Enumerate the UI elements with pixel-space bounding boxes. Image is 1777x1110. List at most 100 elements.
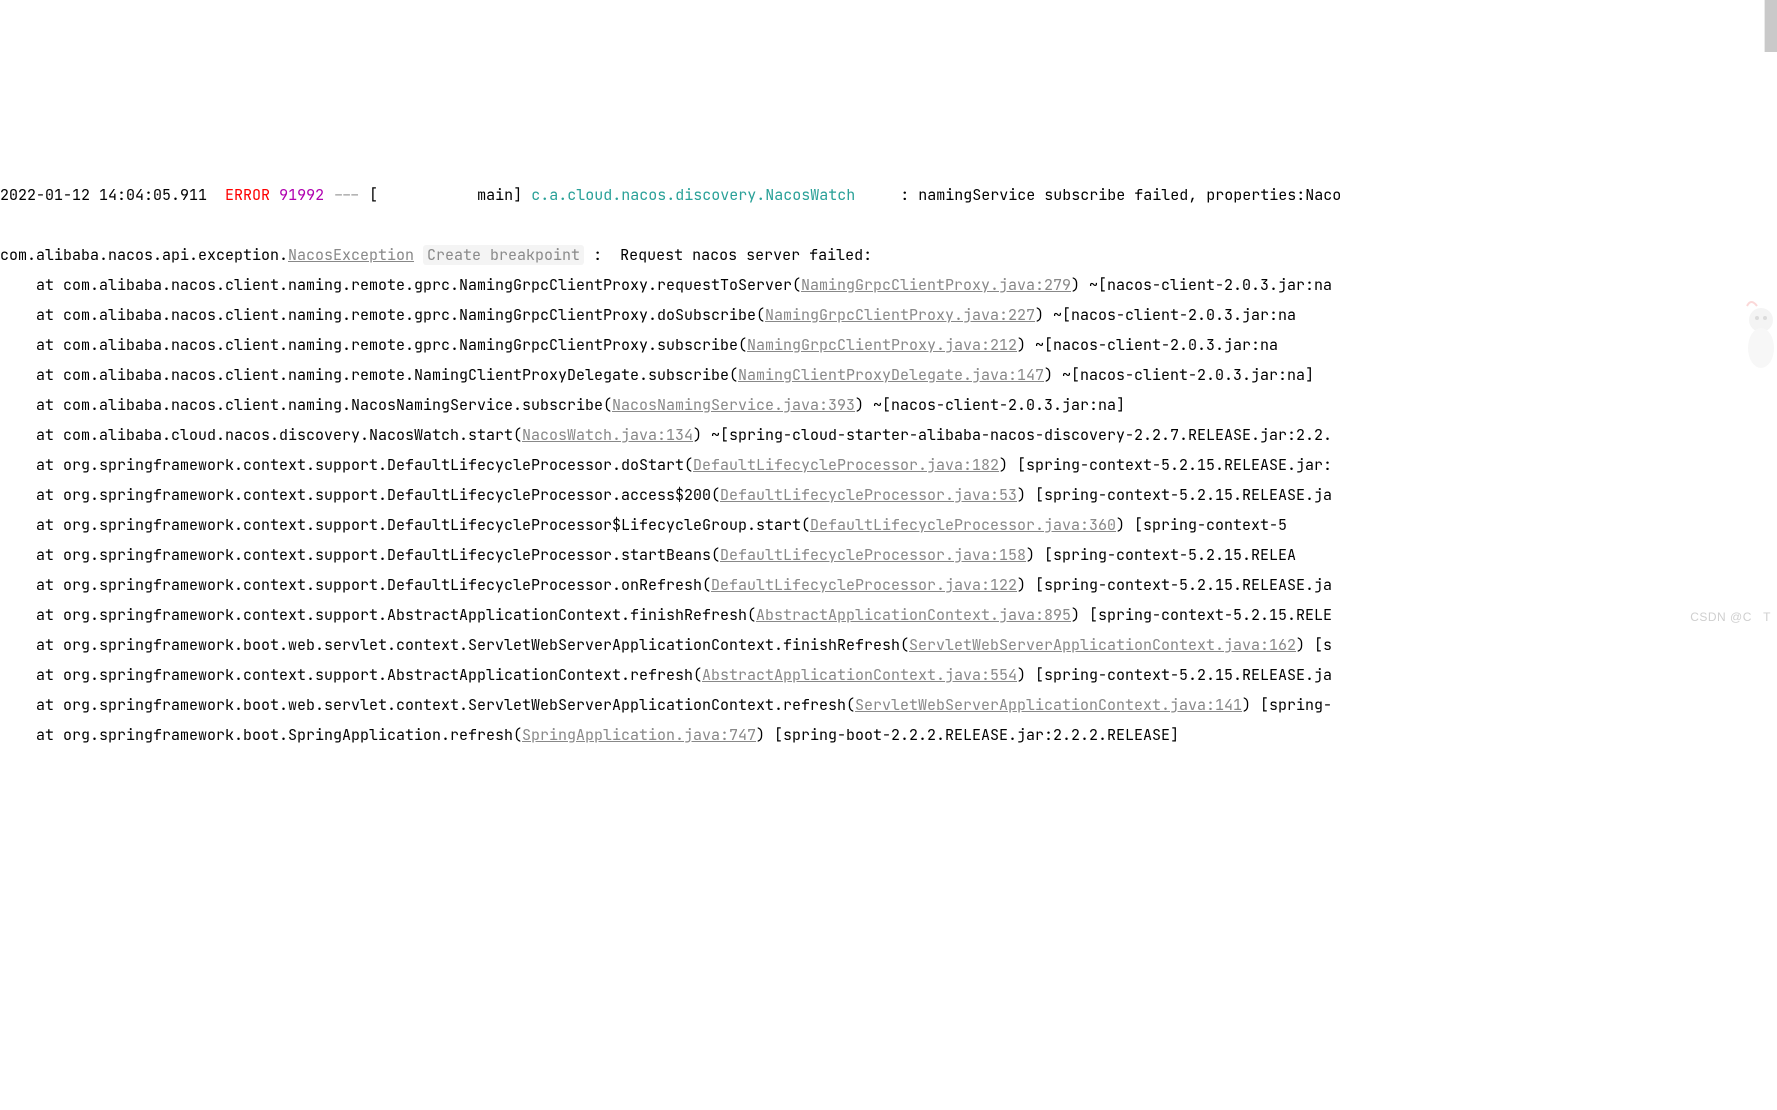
exception-class-link[interactable]: NacosException [288, 245, 414, 265]
stack-frame: at org.springframework.context.support.A… [0, 600, 1777, 630]
frame-method: com.alibaba.cloud.nacos.discovery.NacosW… [63, 425, 522, 445]
stack-frame: at com.alibaba.nacos.client.naming.remot… [0, 330, 1777, 360]
source-link[interactable]: NamingGrpcClientProxy.java:212 [747, 335, 1017, 355]
stack-frame: at com.alibaba.nacos.client.naming.remot… [0, 360, 1777, 390]
separator: --- [333, 185, 360, 205]
source-link[interactable]: AbstractApplicationContext.java:895 [756, 605, 1071, 625]
vertical-scrollbar[interactable] [1764, 0, 1777, 52]
stack-frame: at com.alibaba.nacos.client.naming.Nacos… [0, 390, 1777, 420]
source-link[interactable]: NamingGrpcClientProxy.java:227 [765, 305, 1035, 325]
frame-jar: ) ~[nacos-client-2.0.3.jar:na] [855, 395, 1125, 415]
frame-method: org.springframework.context.support.Defa… [63, 455, 693, 475]
frame-jar: ) [spring-context-5.2.15.RELEASE.ja [1017, 665, 1332, 685]
at-prefix: at [0, 515, 63, 535]
source-link[interactable]: AbstractApplicationContext.java:554 [702, 665, 1017, 685]
exception-message: : Request nacos server failed: [584, 245, 881, 265]
source-link[interactable]: SpringApplication.java:747 [522, 725, 756, 745]
at-prefix: at [0, 395, 63, 415]
at-prefix: at [0, 305, 63, 325]
frame-jar: ) ~[nacos-client-2.0.3.jar:na [1035, 305, 1296, 325]
frame-method: com.alibaba.nacos.client.naming.remote.g… [63, 275, 801, 295]
at-prefix: at [0, 455, 63, 475]
frame-method: com.alibaba.nacos.client.naming.remote.g… [63, 335, 747, 355]
at-prefix: at [0, 335, 63, 355]
source-link[interactable]: DefaultLifecycleProcessor.java:53 [720, 485, 1017, 505]
stack-frame: at com.alibaba.cloud.nacos.discovery.Nac… [0, 420, 1777, 450]
log-level: ERROR [225, 185, 270, 205]
source-link[interactable]: NamingGrpcClientProxy.java:279 [801, 275, 1071, 295]
stack-frame: at org.springframework.context.support.D… [0, 570, 1777, 600]
log-message: namingService subscribe failed, properti… [918, 185, 1341, 205]
log-header-line: 2022-01-12 14:04:05.911 ERROR 91992 --- … [0, 185, 1341, 205]
source-link[interactable]: NamingClientProxyDelegate.java:147 [738, 365, 1044, 385]
source-link[interactable]: DefaultLifecycleProcessor.java:182 [693, 455, 999, 475]
thread-bracket-close: ] [513, 185, 522, 205]
watermark-text: CSDN @C T [1690, 605, 1771, 629]
exception-package: com.alibaba.nacos.api.exception. [0, 245, 288, 265]
frame-jar: ) [spring-boot-2.2.2.RELEASE.jar:2.2.2.R… [756, 725, 1179, 745]
frame-jar: ) ~[spring-cloud-starter-alibaba-nacos-d… [693, 425, 1332, 445]
create-breakpoint-hint[interactable]: Create breakpoint [423, 245, 584, 265]
at-prefix: at [0, 665, 63, 685]
frame-method: org.springframework.boot.web.servlet.con… [63, 635, 909, 655]
frame-jar: ) [s [1296, 635, 1332, 655]
at-prefix: at [0, 695, 63, 715]
stack-frame: at org.springframework.boot.web.servlet.… [0, 630, 1777, 660]
frame-method: org.springframework.context.support.Defa… [63, 485, 720, 505]
frame-method: org.springframework.context.support.Defa… [63, 515, 810, 535]
at-prefix: at [0, 575, 63, 595]
source-link[interactable]: ServletWebServerApplicationContext.java:… [909, 635, 1296, 655]
frame-method: com.alibaba.nacos.client.naming.remote.N… [63, 365, 738, 385]
stack-frame: at org.springframework.context.support.A… [0, 660, 1777, 690]
source-link[interactable]: DefaultLifecycleProcessor.java:158 [720, 545, 1026, 565]
frame-jar: ) ~[nacos-client-2.0.3.jar:na] [1044, 365, 1314, 385]
exception-line: com.alibaba.nacos.api.exception.NacosExc… [0, 245, 881, 265]
frame-jar: ) [spring-context-5.2.15.RELEA [1026, 545, 1296, 565]
frame-jar: ) ~[nacos-client-2.0.3.jar:na [1017, 335, 1278, 355]
frame-method: org.springframework.boot.SpringApplicati… [63, 725, 522, 745]
frame-method: org.springframework.boot.web.servlet.con… [63, 695, 855, 715]
at-prefix: at [0, 275, 63, 295]
frame-jar: ) [spring- [1242, 695, 1332, 715]
source-link[interactable]: NacosWatch.java:134 [522, 425, 693, 445]
frame-jar: ) [spring-context-5.2.15.RELEASE.ja [1017, 485, 1332, 505]
frame-method: com.alibaba.nacos.client.naming.remote.g… [63, 305, 765, 325]
at-prefix: at [0, 605, 63, 625]
stack-frame: at org.springframework.context.support.D… [0, 540, 1777, 570]
stack-frame: at org.springframework.boot.web.servlet.… [0, 690, 1777, 720]
frame-jar: ) [spring-context-5 [1116, 515, 1287, 535]
at-prefix: at [0, 545, 63, 565]
logger-name: c.a.cloud.nacos.discovery.NacosWatch [531, 185, 891, 205]
frame-method: com.alibaba.nacos.client.naming.NacosNam… [63, 395, 612, 415]
stack-frame: at com.alibaba.nacos.client.naming.remot… [0, 300, 1777, 330]
console-output: 2022-01-12 14:04:05.911 ERROR 91992 --- … [0, 150, 1777, 780]
stack-frame: at org.springframework.boot.SpringApplic… [0, 720, 1777, 750]
at-prefix: at [0, 725, 63, 745]
at-prefix: at [0, 425, 63, 445]
thread-name: main [378, 185, 513, 205]
stack-frame: at org.springframework.context.support.D… [0, 450, 1777, 480]
at-prefix: at [0, 365, 63, 385]
at-prefix: at [0, 635, 63, 655]
frame-method: org.springframework.context.support.Defa… [63, 545, 720, 565]
frame-jar: ) [spring-context-5.2.15.RELEASE.ja [1017, 575, 1332, 595]
at-prefix: at [0, 485, 63, 505]
process-id: 91992 [279, 185, 324, 205]
source-link[interactable]: DefaultLifecycleProcessor.java:122 [711, 575, 1017, 595]
colon: : [891, 185, 918, 205]
source-link[interactable]: NacosNamingService.java:393 [612, 395, 855, 415]
thread-bracket-open: [ [369, 185, 378, 205]
frame-method: org.springframework.context.support.Defa… [63, 575, 711, 595]
frame-jar: ) [spring-context-5.2.15.RELE [1071, 605, 1332, 625]
source-link[interactable]: DefaultLifecycleProcessor.java:360 [810, 515, 1116, 535]
stack-frames: at com.alibaba.nacos.client.naming.remot… [0, 270, 1777, 750]
stack-frame: at com.alibaba.nacos.client.naming.remot… [0, 270, 1777, 300]
frame-jar: ) ~[nacos-client-2.0.3.jar:na [1071, 275, 1332, 295]
frame-jar: ) [spring-context-5.2.15.RELEASE.jar: [999, 455, 1332, 475]
frame-method: org.springframework.context.support.Abst… [63, 665, 702, 685]
source-link[interactable]: ServletWebServerApplicationContext.java:… [855, 695, 1242, 715]
frame-method: org.springframework.context.support.Abst… [63, 605, 756, 625]
timestamp: 2022-01-12 14:04:05.911 [0, 185, 207, 205]
stack-frame: at org.springframework.context.support.D… [0, 480, 1777, 510]
stack-frame: at org.springframework.context.support.D… [0, 510, 1777, 540]
